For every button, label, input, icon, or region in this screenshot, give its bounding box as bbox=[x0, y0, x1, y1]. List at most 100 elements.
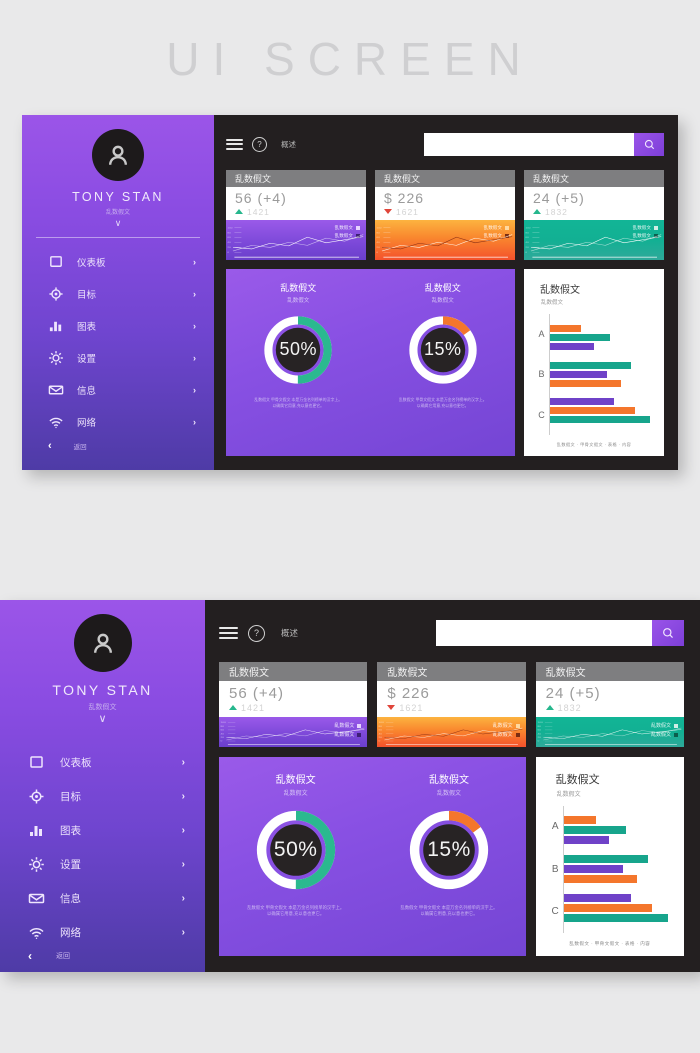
donut-title: 乱数假文 bbox=[280, 282, 317, 293]
dashboard-square-icon bbox=[48, 254, 64, 270]
back-button[interactable]: ‹ 返回 bbox=[0, 949, 205, 985]
sidebar-nav: 仪表板 › 目标 › 图表 › 设置 › 信息 › 网络 › bbox=[22, 246, 214, 438]
sidebar-divider bbox=[36, 237, 200, 238]
help-circle-icon[interactable]: ? bbox=[248, 624, 265, 642]
sidebar-item-6[interactable]: 网络 › bbox=[0, 915, 205, 949]
sidebar-item-2[interactable]: 目标 › bbox=[0, 779, 205, 813]
hamburger-menu-icon[interactable] bbox=[226, 138, 243, 150]
sparkline-series-2 bbox=[232, 236, 364, 250]
sparkline-svg: 100806040200 bbox=[537, 722, 682, 746]
svg-text:20: 20 bbox=[379, 737, 383, 739]
svg-text:60: 60 bbox=[537, 730, 541, 732]
search-button[interactable] bbox=[652, 620, 684, 646]
donut-subtitle: 乱数假文 bbox=[283, 790, 308, 797]
bar-group-C bbox=[563, 894, 672, 923]
bar bbox=[563, 816, 597, 825]
sparkline-svg: 100806040200 bbox=[379, 722, 523, 746]
hamburger-menu-icon[interactable] bbox=[219, 627, 238, 639]
bar bbox=[550, 398, 615, 406]
donut-percent-label: 15% bbox=[423, 339, 462, 360]
bar-chart-subtitle: 乱数假文 bbox=[556, 791, 581, 798]
dashboard-square-icon bbox=[28, 754, 45, 771]
svg-text:100: 100 bbox=[376, 227, 382, 229]
bar-chart-bars bbox=[563, 806, 672, 933]
overview-label[interactable]: 概述 bbox=[281, 139, 296, 150]
stat-card-2: 乱数假文 $ 226 1621 乱数假文 乱数假文 100 80 60 40 20 0 bbox=[375, 170, 515, 260]
sidebar-item-2[interactable]: 目标 › bbox=[22, 278, 214, 310]
stat-card-value-block: 24 (+5) 1832 bbox=[524, 187, 664, 220]
help-circle-icon[interactable]: ? bbox=[252, 136, 267, 152]
profile-block[interactable]: TONY STAN 乱数假文 ∨ bbox=[0, 600, 205, 725]
sidebar-item-label: 图表 bbox=[77, 322, 97, 333]
sidebar-item-4[interactable]: 设置 › bbox=[22, 342, 214, 374]
svg-text:80: 80 bbox=[220, 726, 224, 728]
sparkline-svg: 100806040200 bbox=[227, 227, 364, 258]
sidebar-item-label: 目标 bbox=[77, 290, 97, 301]
dashboard-preview-small: TONY STAN 乱数假文 ∨ 仪表板 › 目标 › 图表 › 设置 › 信息 › 网络 › ‹ 返回? 概述乱… bbox=[22, 115, 678, 470]
chevron-left-icon: ‹ bbox=[48, 440, 52, 452]
chevron-down-icon[interactable]: ∨ bbox=[98, 714, 106, 725]
sidebar-item-label: 设置 bbox=[60, 858, 81, 871]
sidebar-item-4[interactable]: 设置 › bbox=[0, 847, 205, 881]
sidebar-item-6[interactable]: 网络 › bbox=[22, 406, 214, 438]
bar-chart-icon bbox=[48, 318, 64, 334]
back-button[interactable]: ‹ 返回 bbox=[22, 440, 214, 470]
search-input[interactable] bbox=[436, 620, 652, 646]
stat-card-sparkline: 乱数假文 乱数假文 100 80 60 40 20 0 bbox=[375, 220, 515, 260]
bar bbox=[563, 836, 610, 845]
bar-chart-panel: 乱数假文 乱数假文 A B C 乱数假文 · 甲骨文假文 · 表格 · 内容 bbox=[535, 756, 684, 956]
trend-up-icon bbox=[533, 209, 541, 214]
svg-text:100: 100 bbox=[525, 227, 531, 229]
stat-card-subvalue-row: 1621 bbox=[387, 703, 515, 713]
chevron-right-icon: › bbox=[193, 385, 196, 395]
stat-card-value-block: 56 (+4) 1421 bbox=[219, 681, 368, 717]
sidebar-item-3[interactable]: 图表 › bbox=[22, 310, 214, 342]
back-label: 返回 bbox=[73, 444, 87, 451]
svg-text:40: 40 bbox=[379, 733, 383, 735]
bar bbox=[550, 370, 608, 378]
overview-label[interactable]: 概述 bbox=[281, 627, 298, 639]
sidebar-item-1[interactable]: 仪表板 › bbox=[22, 246, 214, 278]
svg-text:100: 100 bbox=[379, 722, 385, 724]
avatar[interactable] bbox=[73, 614, 132, 672]
sparkline-svg: 100806040200 bbox=[525, 227, 662, 258]
sidebar-item-label: 信息 bbox=[60, 892, 81, 905]
profile-block[interactable]: TONY STAN 乱数假文 ∨ bbox=[22, 115, 214, 228]
avatar[interactable] bbox=[92, 129, 144, 181]
sparkline-svg: 100806040200 bbox=[376, 227, 513, 258]
svg-text:40: 40 bbox=[220, 733, 224, 735]
sidebar-item-label: 图表 bbox=[60, 824, 81, 837]
stat-card-subvalue: 1421 bbox=[247, 206, 270, 217]
stat-card-value-block: 24 (+5) 1832 bbox=[535, 681, 684, 717]
bar-chart-axis: ABC bbox=[548, 805, 564, 934]
bar bbox=[563, 894, 631, 903]
svg-text:100: 100 bbox=[220, 722, 226, 724]
svg-text:20: 20 bbox=[220, 737, 224, 739]
search-input[interactable] bbox=[424, 132, 634, 156]
sidebar-item-1[interactable]: 仪表板 › bbox=[0, 745, 205, 779]
trend-up-icon bbox=[545, 705, 554, 710]
svg-text:40: 40 bbox=[376, 242, 380, 244]
sidebar-item-5[interactable]: 信息 › bbox=[0, 881, 205, 915]
stat-card-header: 乱数假文 bbox=[535, 662, 684, 681]
sidebar: TONY STAN 乱数假文 ∨ 仪表板 › 目标 › 图表 › 设置 › 信息 › 网络 › ‹ 返回 bbox=[22, 115, 214, 470]
sidebar-item-label: 目标 bbox=[60, 790, 81, 803]
stat-card-sparkline: 乱数假文 乱数假文 100 80 60 40 20 0 bbox=[219, 717, 368, 747]
stat-card-3: 乱数假文 24 (+5) 1832 乱数假文 乱数假文 100 80 60 40 20 0 bbox=[535, 662, 684, 747]
svg-text:60: 60 bbox=[227, 237, 231, 239]
sidebar-item-3[interactable]: 图表 › bbox=[0, 813, 205, 847]
stat-card-1: 乱数假文 56 (+4) 1421 乱数假文 乱数假文 100 80 60 40 20 0 bbox=[219, 662, 368, 747]
topbar: ? 概述 bbox=[226, 129, 664, 159]
search-button[interactable] bbox=[634, 132, 664, 156]
chevron-right-icon: › bbox=[181, 892, 185, 904]
donut-card-1: 乱数假文 乱数假文 50% 乱数假文 甲骨文假文 本是万金名列榜单的汉字上。 以确属它用… bbox=[219, 757, 372, 956]
donut-percent-label: 50% bbox=[273, 837, 318, 861]
stat-card-3: 乱数假文 24 (+5) 1832 乱数假文 乱数假文 100 80 60 40 20 0 bbox=[524, 170, 664, 260]
stat-card-subvalue-row: 1621 bbox=[384, 207, 506, 217]
stat-card-2: 乱数假文 $ 226 1621 乱数假文 乱数假文 100 80 60 40 20 0 bbox=[377, 662, 526, 747]
sidebar-item-label: 信息 bbox=[77, 386, 97, 397]
sidebar-item-5[interactable]: 信息 › bbox=[22, 374, 214, 406]
chevron-down-icon[interactable]: ∨ bbox=[115, 219, 122, 228]
donut-chart: 15% bbox=[406, 313, 480, 387]
main-content: ? 概述 乱数假文 56 (+4) 1421 乱数假文 乱数假文 100 80 60 40 20 0 乱数… bbox=[205, 600, 700, 972]
